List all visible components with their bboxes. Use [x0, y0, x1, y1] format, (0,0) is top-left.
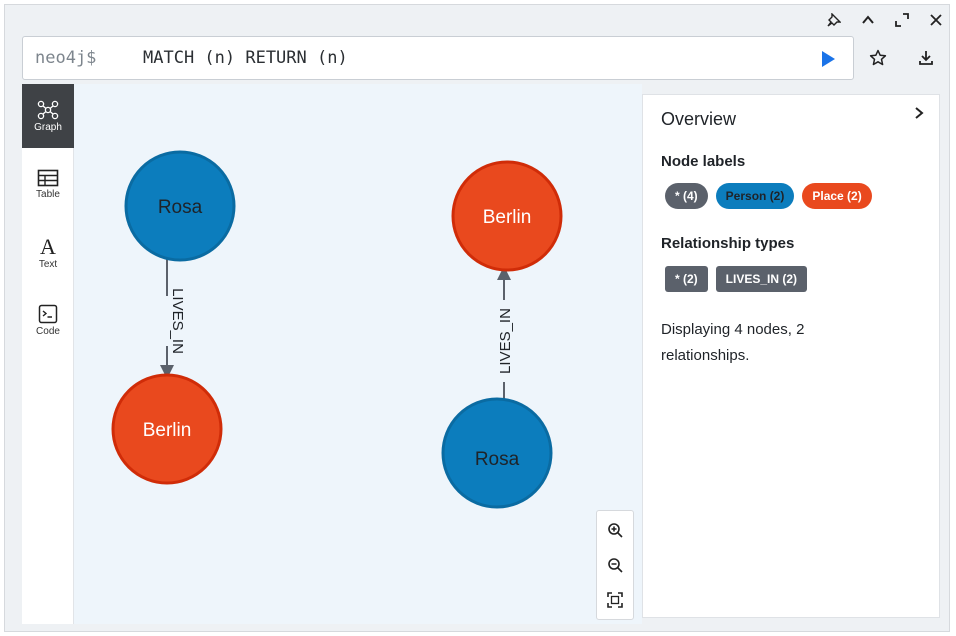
graph-icon — [37, 100, 59, 119]
view-tab-label: Table — [36, 188, 60, 200]
view-tab-label: Code — [36, 325, 60, 337]
node-label: Berlin — [143, 420, 192, 441]
fit-to-screen-icon[interactable] — [597, 585, 633, 615]
pin-icon[interactable] — [824, 10, 844, 30]
node-label: Rosa — [475, 449, 520, 470]
favorite-star-icon[interactable] — [868, 48, 888, 68]
text-icon: A — [40, 235, 56, 257]
overview-panel: Overview Node labels * (4) Person (2) Pl… — [642, 94, 940, 618]
view-tab-text[interactable]: A Text — [22, 220, 74, 284]
node-label-chips: * (4) Person (2) Place (2) — [665, 183, 872, 209]
window-controls — [824, 10, 946, 30]
zoom-controls — [596, 510, 634, 620]
graph-canvas[interactable]: LIVES_IN LIVES_IN Rosa Berlin Berlin Ros… — [74, 84, 642, 624]
graph-node-person[interactable]: Rosa — [441, 397, 553, 509]
view-tab-label: Text — [38, 258, 58, 270]
overview-title: Overview — [661, 109, 737, 129]
node-labels-heading: Node labels — [661, 153, 746, 170]
download-icon[interactable] — [916, 48, 936, 68]
chevron-right-icon[interactable] — [911, 105, 927, 121]
run-icon[interactable] — [819, 50, 837, 68]
relationship-edge[interactable]: LIVES_IN — [160, 256, 186, 379]
chevron-up-icon[interactable] — [858, 10, 878, 30]
node-label: Berlin — [483, 207, 532, 228]
relationship-edge[interactable]: LIVES_IN — [497, 266, 514, 399]
relationship-type-chip[interactable]: * (2) — [665, 266, 708, 292]
view-tab-graph[interactable]: Graph — [22, 84, 74, 148]
relationship-label: LIVES_IN — [497, 308, 514, 374]
graph-node-place[interactable]: Berlin — [111, 373, 223, 485]
zoom-in-icon[interactable] — [597, 515, 633, 545]
graph-svg: LIVES_IN LIVES_IN Rosa Berlin Berlin Ros… — [111, 150, 563, 509]
svg-text:A: A — [40, 235, 56, 257]
view-tab-label: Graph — [34, 121, 62, 133]
query-text[interactable]: MATCH (n) RETURN (n) — [143, 48, 348, 68]
zoom-out-icon[interactable] — [597, 550, 633, 580]
table-icon — [37, 169, 59, 186]
graph-node-person[interactable]: Rosa — [124, 150, 236, 262]
node-label-chip[interactable]: Place (2) — [802, 183, 872, 209]
relationship-types-heading: Relationship types — [661, 235, 795, 252]
view-switcher: Graph Table A Text Code — [22, 84, 74, 624]
code-icon — [38, 304, 58, 323]
node-label-chip[interactable]: * (4) — [665, 183, 708, 209]
node-label-chip[interactable]: Person (2) — [715, 183, 795, 209]
graph-node-place[interactable]: Berlin — [451, 160, 563, 272]
relationship-label: LIVES_IN — [169, 288, 186, 354]
view-tab-code[interactable]: Code — [22, 288, 74, 352]
close-icon[interactable] — [926, 10, 946, 30]
overview-summary: Displaying 4 nodes, 2 relationships. — [661, 321, 805, 364]
expand-icon[interactable] — [892, 10, 912, 30]
query-editor[interactable]: neo4j$ MATCH (n) RETURN (n) — [22, 36, 854, 80]
relationship-type-chips: * (2) LIVES_IN (2) — [665, 266, 808, 292]
editor-prompt: neo4j$ — [35, 48, 97, 68]
view-tab-table[interactable]: Table — [22, 152, 74, 216]
relationship-type-chip[interactable]: LIVES_IN (2) — [715, 266, 808, 292]
node-label: Rosa — [158, 197, 203, 218]
